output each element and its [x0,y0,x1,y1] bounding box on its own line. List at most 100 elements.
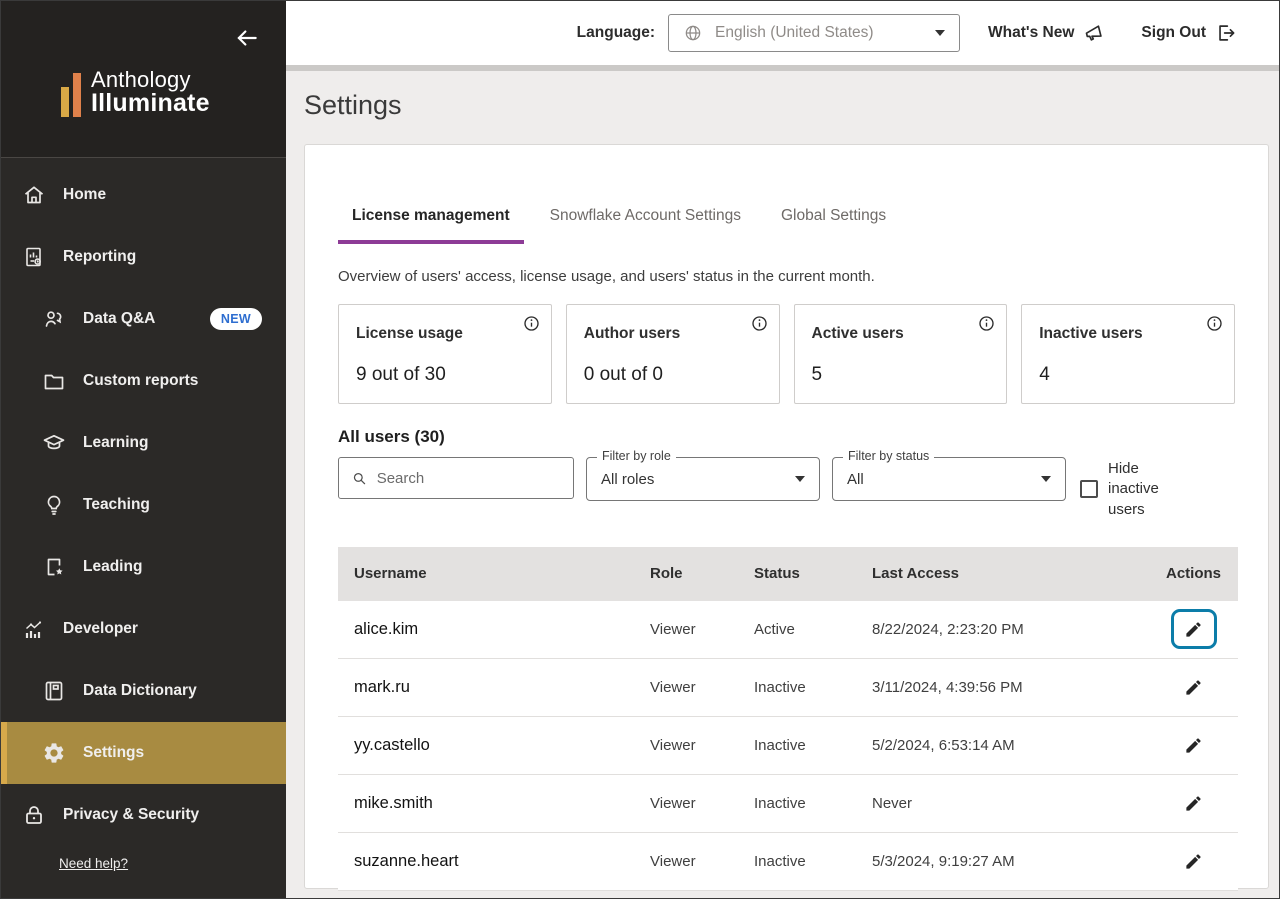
sidebar-item-label: Settings [83,744,144,762]
chart-trend-icon [22,617,46,641]
cell-role: Viewer [650,737,754,754]
brand-name-top: Anthology [91,69,210,91]
edit-user-button[interactable] [1171,725,1217,765]
sidebar-item-label: Data Q&A [83,310,155,328]
chevron-down-icon [795,476,805,482]
sidebar-item-label: Privacy & Security [63,806,199,824]
need-help-link[interactable]: Need help? [59,856,128,871]
filter-by-status-select[interactable]: Filter by status All [832,457,1066,501]
info-icon[interactable] [750,314,769,333]
cell-last-access: 5/3/2024, 9:19:27 AM [872,853,1149,870]
cell-last-access: 8/22/2024, 2:23:20 PM [872,621,1149,638]
new-badge: NEW [210,308,262,330]
stat-value: 0 out of 0 [584,364,765,386]
sidebar-item-teaching[interactable]: Teaching [1,474,286,536]
filter-by-role-label: Filter by role [597,449,676,463]
cell-username: alice.kim [338,620,650,639]
sidebar-item-leading[interactable]: Leading [1,536,286,598]
stat-label: Active users [812,325,993,343]
cell-username: mark.ru [338,678,650,697]
sidebar-item-privacy-security[interactable]: Privacy & Security [1,784,286,846]
sidebar-item-settings[interactable]: Settings [1,722,286,784]
folder-icon [42,369,66,393]
table-row: yy.castello Viewer Inactive 5/2/2024, 6:… [338,717,1238,775]
whats-new-button[interactable]: What's New [988,22,1105,44]
edit-user-button[interactable] [1171,841,1217,881]
document-star-icon [42,555,66,579]
chevron-down-icon [1041,476,1051,482]
sign-out-label: Sign Out [1141,24,1206,42]
search-input[interactable] [377,470,563,487]
sign-out-button[interactable]: Sign Out [1141,22,1237,44]
cell-role: Viewer [650,795,754,812]
cell-username: suzanne.heart [338,852,650,871]
page-title: Settings [304,87,1279,123]
info-icon[interactable] [977,314,996,333]
main-content: Settings License management Snowflake Ac… [286,77,1279,898]
reporting-icon [22,245,46,269]
stat-value: 9 out of 30 [356,364,537,386]
column-header-actions: Actions [1149,565,1238,582]
info-icon[interactable] [1205,314,1224,333]
megaphone-icon [1083,22,1105,44]
hide-inactive-checkbox[interactable] [1080,480,1098,498]
cell-username: yy.castello [338,736,650,755]
cell-role: Viewer [650,853,754,870]
language-label: Language: [577,24,655,42]
collapse-sidebar-icon[interactable] [234,25,260,51]
stat-card-author-users: Author users 0 out of 0 [566,304,780,404]
cell-role: Viewer [650,679,754,696]
sign-out-icon [1215,22,1237,44]
journal-icon [42,679,66,703]
users-table: Username Role Status Last Access Actions… [338,547,1238,891]
hide-inactive-label: Hide inactive users [1108,459,1170,520]
sidebar-item-label: Learning [83,434,148,452]
sidebar-item-custom-reports[interactable]: Custom reports [1,350,286,412]
tab-snowflake-account-settings[interactable]: Snowflake Account Settings [536,207,755,244]
tab-license-management[interactable]: License management [338,207,524,244]
search-icon [351,469,368,488]
sidebar-item-label: Home [63,186,106,204]
cell-status: Inactive [754,853,872,870]
sidebar-item-data-dictionary[interactable]: Data Dictionary [1,660,286,722]
cell-last-access: 3/11/2024, 4:39:56 PM [872,679,1149,696]
all-users-heading: All users (30) [338,427,1235,447]
brand-logo-icon [61,71,81,117]
search-box [338,457,574,499]
sidebar-item-label: Custom reports [83,372,198,390]
language-select[interactable]: English (United States) [668,14,960,52]
stat-card-active-users: Active users 5 [794,304,1008,404]
edit-user-button[interactable] [1171,609,1217,649]
cell-status: Inactive [754,679,872,696]
overview-text: Overview of users' access, license usage… [338,268,1235,285]
stat-value: 4 [1039,364,1220,386]
tab-global-settings[interactable]: Global Settings [767,207,900,244]
sidebar-item-data-qa[interactable]: Data Q&A NEW [1,288,286,350]
sidebar-item-home[interactable]: Home [1,164,286,226]
settings-card: License management Snowflake Account Set… [304,144,1269,889]
topbar: Language: English (United States) What's… [286,1,1279,71]
filter-by-status-value: All [847,471,1041,488]
edit-user-button[interactable] [1171,783,1217,823]
cell-role: Viewer [650,621,754,638]
sidebar-item-label: Developer [63,620,138,638]
lock-icon [22,803,46,827]
stat-cards: License usage 9 out of 30 Author users 0… [338,304,1235,404]
cell-username: mike.smith [338,794,650,813]
filter-by-role-select[interactable]: Filter by role All roles [586,457,820,501]
info-icon[interactable] [522,314,541,333]
stat-card-inactive-users: Inactive users 4 [1021,304,1235,404]
edit-user-button[interactable] [1171,667,1217,707]
sidebar-nav: Home Reporting Data Q&A NEW Custom repor… [1,158,286,873]
table-row: mike.smith Viewer Inactive Never [338,775,1238,833]
sidebar-item-reporting[interactable]: Reporting [1,226,286,288]
sidebar-item-label: Teaching [83,496,150,514]
table-row: suzanne.heart Viewer Inactive 5/3/2024, … [338,833,1238,891]
cell-status: Active [754,621,872,638]
sidebar-item-developer[interactable]: Developer [1,598,286,660]
settings-tabs: License management Snowflake Account Set… [338,207,1235,244]
sidebar-item-label: Data Dictionary [83,682,197,700]
stat-label: Author users [584,325,765,343]
stat-label: Inactive users [1039,325,1220,343]
sidebar-item-learning[interactable]: Learning [1,412,286,474]
